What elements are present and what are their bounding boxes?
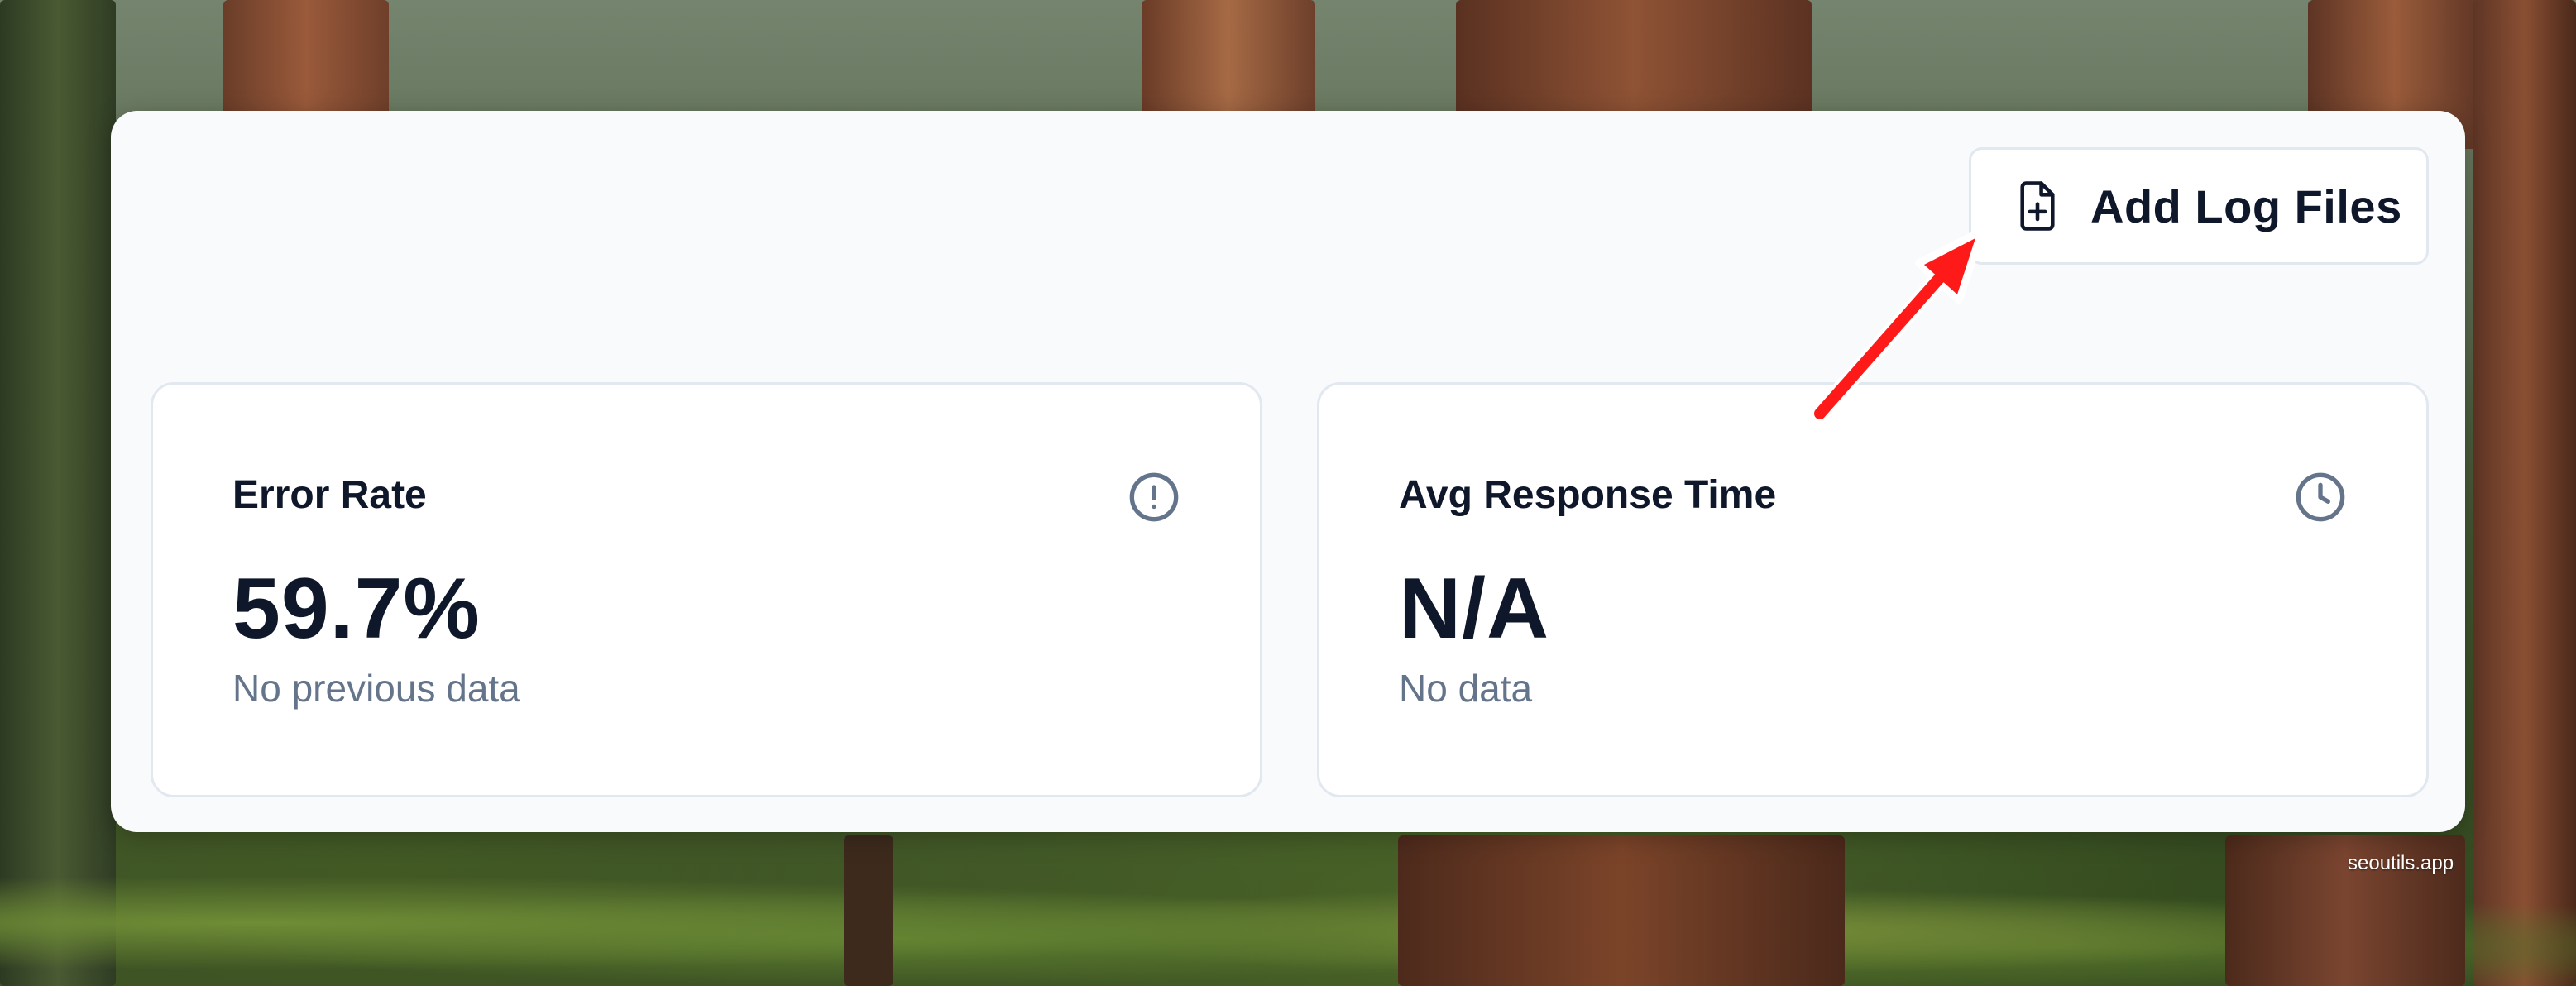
card-subtitle: No previous data	[232, 667, 520, 710]
alert-circle-icon	[1128, 471, 1180, 524]
avg-response-time-card: Avg Response Time N/A No data	[1317, 382, 2429, 797]
file-plus-icon	[2014, 179, 2061, 232]
dashboard-panel: Add Log Files Error Rate 59.7% No previo…	[111, 111, 2465, 832]
annotation-arrow	[1811, 227, 1985, 423]
add-log-files-label: Add Log Files	[2090, 179, 2402, 232]
clock-icon	[2294, 471, 2347, 524]
card-value: 59.7%	[232, 561, 481, 657]
forest-foliage	[0, 829, 2576, 986]
add-log-files-button[interactable]: Add Log Files	[1969, 147, 2429, 265]
watermark: seoutils.app	[2348, 852, 2454, 874]
card-title: Avg Response Time	[1399, 473, 1777, 517]
error-rate-card: Error Rate 59.7% No previous data	[151, 382, 1262, 797]
desktop-background: Add Log Files Error Rate 59.7% No previo…	[0, 0, 2576, 986]
tree-trunk	[1398, 835, 1845, 986]
tree-trunk	[844, 835, 893, 986]
card-title: Error Rate	[232, 473, 427, 517]
card-subtitle: No data	[1399, 667, 1533, 710]
card-value: N/A	[1399, 561, 1550, 657]
